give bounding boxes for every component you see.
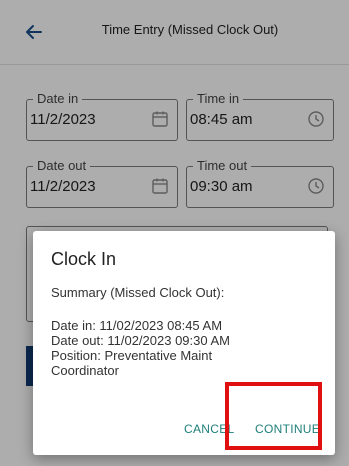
dialog-summary: Date in: 11/02/2023 08:45 AM Date out: 1…	[51, 318, 321, 378]
cancel-button[interactable]: CANCEL	[184, 422, 234, 436]
summary-position: Position: Preventative Maint	[51, 348, 213, 363]
clock-in-dialog: Clock In Summary (Missed Clock Out): Dat…	[33, 231, 335, 455]
continue-button[interactable]: CONTINUE	[255, 422, 320, 436]
dialog-subtitle: Summary (Missed Clock Out):	[51, 285, 225, 300]
screen: Time Entry (Missed Clock Out) Date in 11…	[0, 0, 349, 466]
summary-date-in: Date in: 11/02/2023 08:45 AM	[51, 318, 223, 333]
summary-date-out: Date out: 11/02/2023 09:30 AM	[51, 333, 231, 348]
dialog-title: Clock In	[51, 249, 117, 269]
summary-position-cont: Coordinator	[51, 363, 119, 378]
